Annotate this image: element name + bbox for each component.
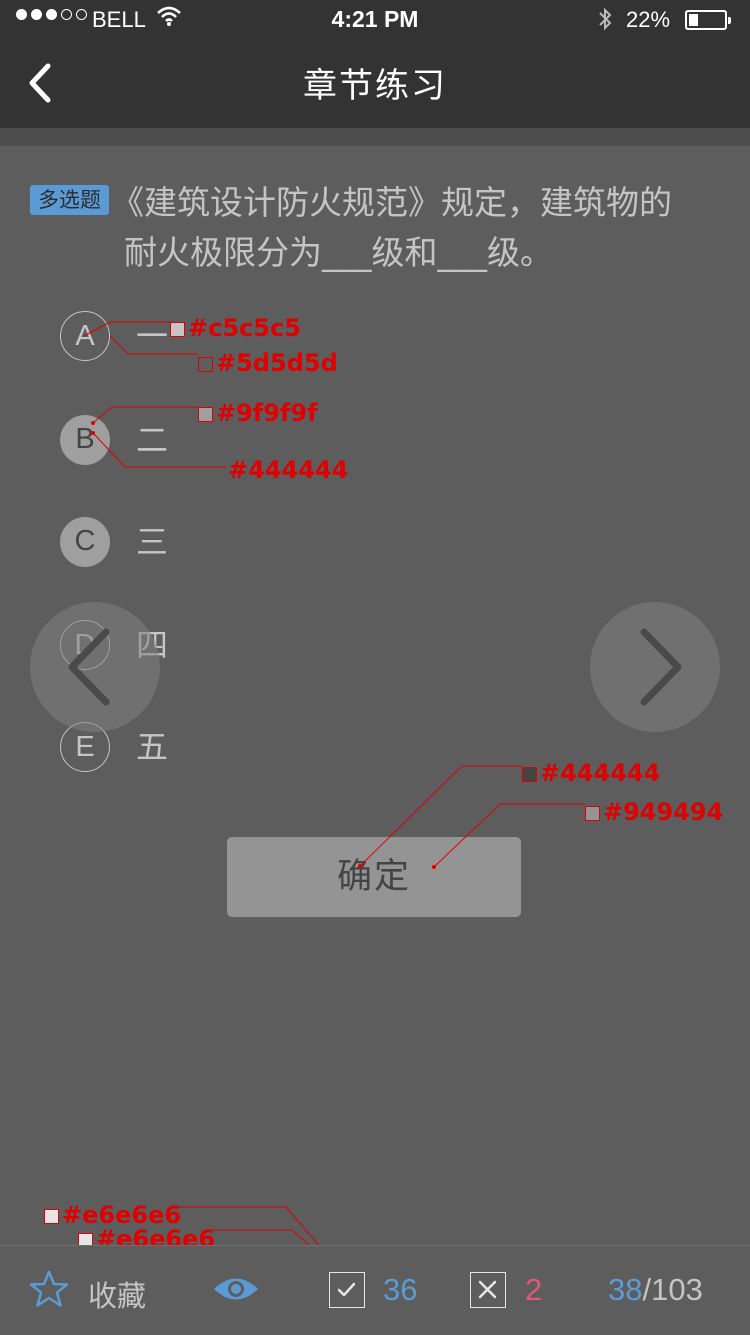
color-annotation: #9f9f9f	[198, 400, 318, 426]
color-annotation: #949494	[585, 799, 723, 825]
next-question-button[interactable]	[590, 602, 720, 732]
option-text: 一	[136, 317, 169, 355]
option-c[interactable]: C 三	[60, 517, 360, 567]
color-annotation: #c5c5c5	[170, 315, 301, 341]
x-box-icon[interactable]	[470, 1272, 506, 1308]
star-icon[interactable]	[28, 1269, 70, 1313]
battery-percent: 22%	[626, 7, 671, 32]
eye-icon[interactable]	[212, 1274, 260, 1308]
bluetooth-icon	[596, 6, 614, 38]
nav-bar: 章节练习	[0, 40, 750, 128]
wrong-count: 2	[525, 1272, 543, 1307]
page-title: 章节练习	[303, 66, 447, 106]
chevron-right-icon	[640, 628, 682, 706]
question-line-2: 耐火极限分为___级和___级。	[124, 233, 553, 272]
prev-question-button[interactable]	[30, 602, 160, 732]
status-bar: BELL 4:21 PM 22%	[0, 0, 750, 40]
chevron-left-icon	[68, 628, 110, 706]
battery-icon	[685, 10, 731, 30]
option-text: 二	[136, 421, 169, 459]
question-text: 多选题 《建筑设计防火规范》规定，建筑物的 耐火极限分为___级和___级。	[30, 178, 730, 278]
question-progress[interactable]: 38/103	[608, 1272, 703, 1308]
confirm-button[interactable]: 确定	[227, 837, 521, 917]
check-box-icon[interactable]	[329, 1272, 365, 1308]
color-annotation: #5d5d5d	[198, 350, 338, 376]
option-letter: B	[60, 415, 110, 465]
option-letter: A	[60, 311, 110, 361]
progress-current: 38	[608, 1272, 643, 1307]
correct-count: 36	[383, 1272, 418, 1307]
progress-separator: /	[642, 1272, 652, 1307]
question-line-1: 《建筑设计防火规范》规定，建筑物的	[111, 183, 672, 222]
color-annotation: #444444	[228, 456, 349, 484]
header-divider	[0, 128, 750, 146]
question-type-badge: 多选题	[30, 185, 109, 215]
option-letter: C	[60, 517, 110, 567]
option-text: 三	[136, 523, 169, 561]
progress-total: 103	[651, 1272, 703, 1307]
favorite-label[interactable]: 收藏	[88, 1273, 146, 1315]
bottom-toolbar: 收藏 36 2 38/103	[0, 1245, 750, 1335]
color-annotation: #444444	[522, 760, 660, 786]
